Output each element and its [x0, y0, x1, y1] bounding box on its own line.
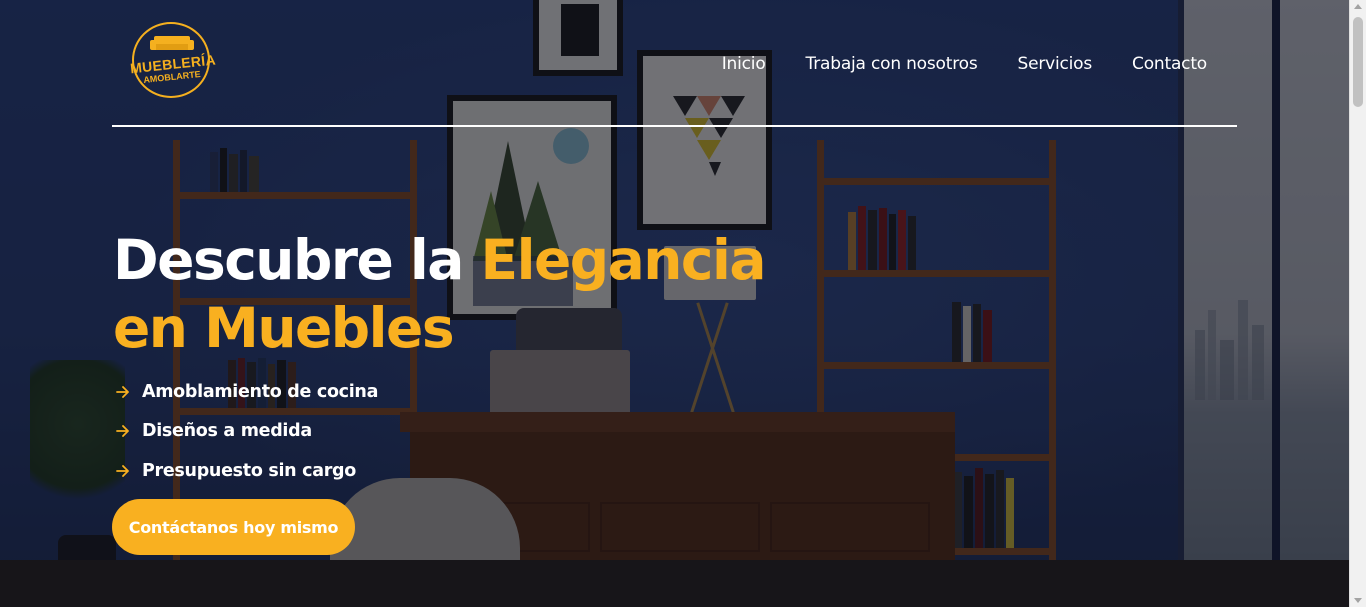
feature-item: Presupuesto sin cargo — [116, 451, 378, 491]
feature-label: Presupuesto sin cargo — [142, 460, 356, 481]
brand-logo[interactable]: MUEBLERÍA AMOBLARTE — [129, 22, 217, 98]
arrow-right-icon — [116, 425, 129, 438]
header-divider — [112, 125, 1237, 127]
contact-cta-button[interactable]: Contáctanos hoy mismo — [112, 499, 355, 555]
main-navigation: Inicio Trabaja con nosotros Servicios Co… — [722, 54, 1207, 74]
nav-link-trabaja-con-nosotros[interactable]: Trabaja con nosotros — [806, 54, 978, 74]
scrollbar-thumb[interactable] — [1353, 17, 1363, 107]
arrow-right-icon — [116, 464, 129, 477]
hero-title-accent: Elegancia — [480, 228, 767, 292]
arrow-right-icon — [116, 385, 129, 398]
scroll-up-icon[interactable] — [1354, 4, 1362, 9]
feature-label: Diseños a medida — [142, 421, 312, 442]
feature-list: Amoblamiento de cocina Diseños a medida … — [116, 372, 378, 491]
nav-link-servicios[interactable]: Servicios — [1017, 54, 1092, 74]
nav-link-contacto[interactable]: Contacto — [1132, 54, 1207, 74]
hero-title-lead: Descubre la — [113, 228, 481, 292]
nav-link-inicio[interactable]: Inicio — [722, 54, 766, 74]
hero-title-accent-line2: en Muebles — [113, 296, 455, 360]
hero-title: Descubre la Elegancia en Muebles — [113, 226, 813, 362]
feature-item: Amoblamiento de cocina — [116, 372, 378, 412]
sofa-icon — [150, 36, 194, 50]
page-scrollbar[interactable] — [1349, 0, 1366, 607]
feature-item: Diseños a medida — [116, 412, 378, 452]
feature-label: Amoblamiento de cocina — [142, 381, 379, 402]
scroll-down-icon[interactable] — [1354, 598, 1362, 603]
